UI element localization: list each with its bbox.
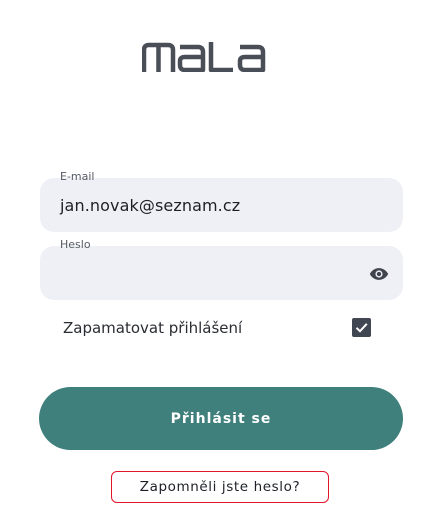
- remember-label: Zapamatovat přihlášení: [63, 319, 243, 337]
- eye-icon[interactable]: [369, 264, 389, 284]
- login-screen: E-mail jan.novak@seznam.cz Heslo Zapamat…: [0, 0, 426, 529]
- email-field[interactable]: E-mail jan.novak@seznam.cz: [40, 170, 403, 232]
- forgot-password-link[interactable]: Zapomněli jste heslo?: [111, 471, 329, 503]
- check-icon: [355, 323, 368, 333]
- email-label: E-mail: [60, 170, 95, 183]
- brand-logo-image: [142, 42, 266, 72]
- password-label: Heslo: [60, 238, 91, 251]
- email-value[interactable]: jan.novak@seznam.cz: [60, 196, 240, 216]
- remember-checkbox[interactable]: [352, 318, 371, 337]
- brand-logo: [142, 42, 274, 72]
- login-button[interactable]: Přihlásit se: [39, 387, 403, 450]
- password-field[interactable]: Heslo: [40, 238, 403, 300]
